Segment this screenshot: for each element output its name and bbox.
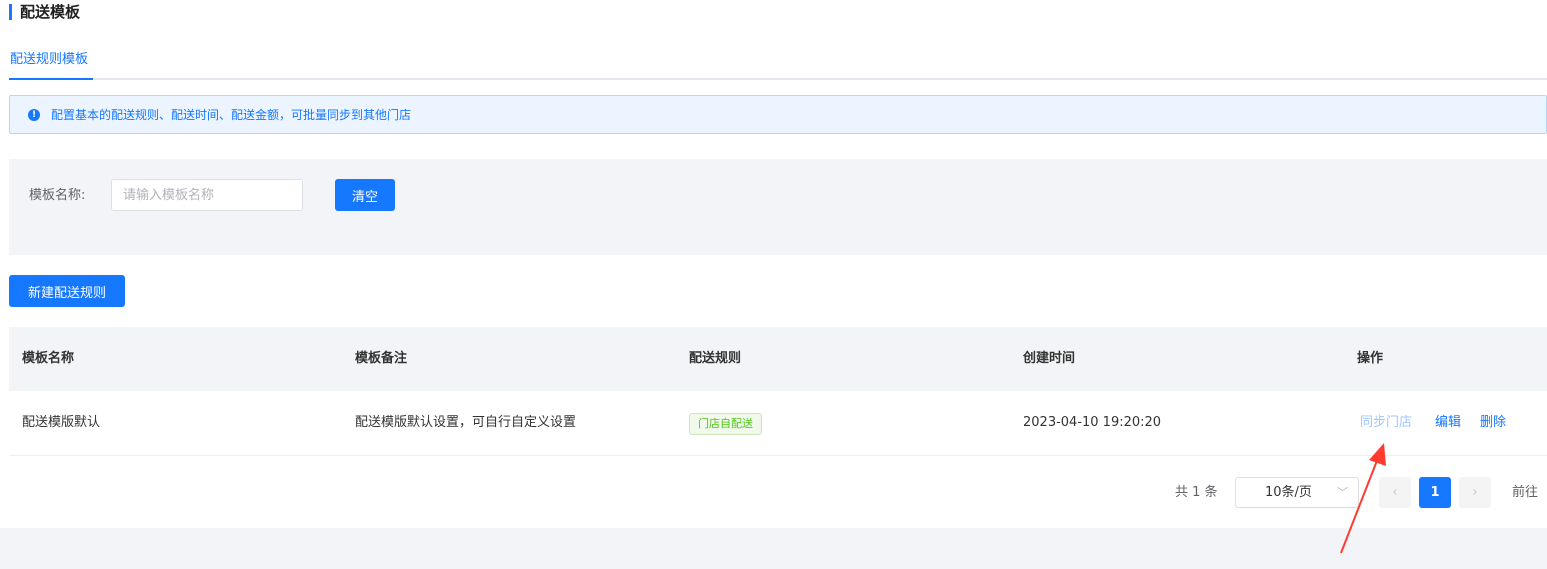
- page: 配送模板 配送规则模板 ! 配置基本的配送规则、配送时间、配送金额，可批量同步到…: [0, 0, 1547, 569]
- column-header-remark: 模板备注: [355, 351, 408, 366]
- cell-template-remark: 配送模版默认设置，可自行自定义设置: [355, 415, 577, 430]
- cell-template-name: 配送模版默认: [22, 415, 101, 430]
- tab-bar: 配送规则模板: [9, 50, 1547, 80]
- template-name-input[interactable]: [111, 179, 303, 211]
- edit-link[interactable]: 编辑: [1435, 391, 1461, 455]
- goto-page-label: 前往: [1512, 485, 1539, 500]
- info-alert: ! 配置基本的配送规则、配送时间、配送金额，可批量同步到其他门店: [9, 95, 1547, 134]
- column-header-name: 模板名称: [22, 351, 75, 366]
- table-row: 配送模版默认 配送模版默认设置，可自行自定义设置 门店自配送 2023-04-1…: [9, 391, 1547, 456]
- column-header-created: 创建时间: [1023, 351, 1076, 366]
- active-tab-indicator: [9, 78, 93, 80]
- tab-delivery-rule-template[interactable]: 配送规则模板: [9, 50, 89, 80]
- new-delivery-rule-button[interactable]: 新建配送规则: [9, 275, 125, 307]
- page-size-value: 10条/页: [1265, 485, 1312, 500]
- column-header-rule: 配送规则: [689, 351, 742, 366]
- next-page-button[interactable]: ›: [1459, 477, 1491, 508]
- filter-panel: 模板名称: 清空: [9, 159, 1547, 255]
- info-icon: !: [28, 108, 40, 121]
- alert-text: 配置基本的配送规则、配送时间、配送金额，可批量同步到其他门店: [51, 108, 412, 122]
- template-table: 模板名称 模板备注 配送规则 创建时间 操作 配送模版默认 配送模版默认设置，可…: [9, 327, 1547, 456]
- footer-area: [0, 528, 1547, 569]
- title-accent-bar: [9, 4, 12, 20]
- pagination-total: 共 1 条: [1175, 485, 1218, 500]
- table-header: 模板名称 模板备注 配送规则 创建时间 操作: [9, 327, 1547, 391]
- sync-store-link[interactable]: 同步门店: [1360, 391, 1412, 455]
- delivery-rule-tag: 门店自配送: [689, 413, 762, 435]
- page-size-select[interactable]: 10条/页 ﹀: [1235, 477, 1359, 508]
- column-header-actions: 操作: [1357, 351, 1384, 366]
- page-title: 配送模板: [20, 3, 81, 21]
- clear-button[interactable]: 清空: [335, 179, 395, 211]
- chevron-down-icon: ﹀: [1337, 486, 1348, 499]
- prev-page-button[interactable]: ‹: [1379, 477, 1411, 508]
- cell-created-time: 2023-04-10 19:20:20: [1023, 415, 1162, 430]
- page-number-current[interactable]: 1: [1419, 477, 1451, 508]
- delete-link[interactable]: 删除: [1480, 391, 1506, 455]
- template-name-label: 模板名称:: [29, 188, 86, 203]
